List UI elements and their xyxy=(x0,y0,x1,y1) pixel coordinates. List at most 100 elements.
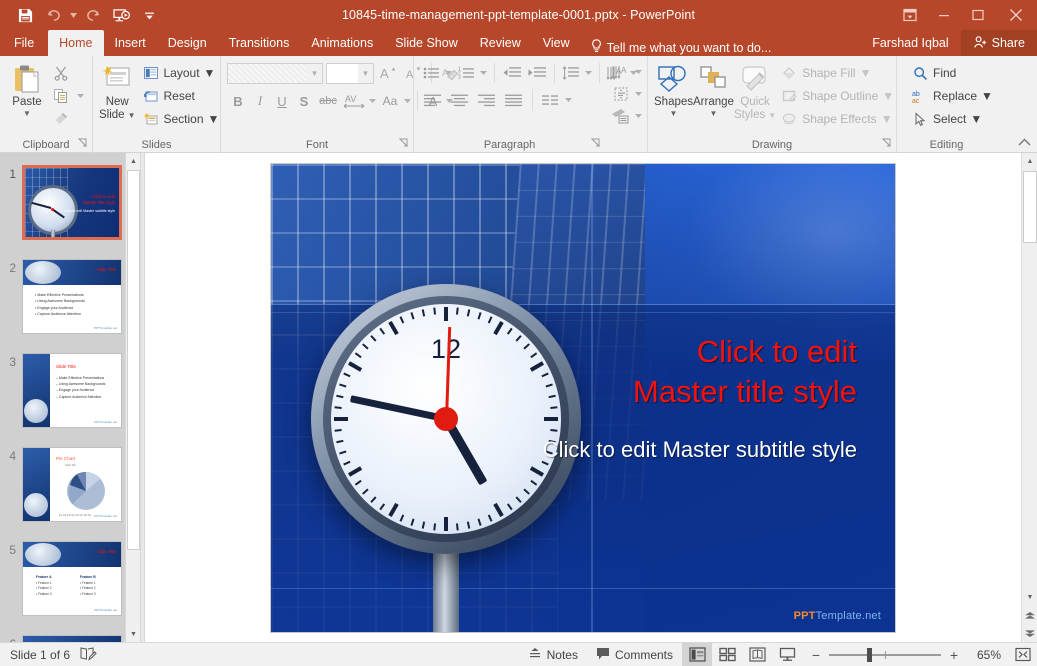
center-button[interactable] xyxy=(447,89,473,111)
italic-button[interactable]: I xyxy=(249,90,271,112)
line-spacing-button[interactable] xyxy=(560,62,582,84)
drawing-dialog-launcher-icon[interactable] xyxy=(882,136,891,152)
line-spacing-dropdown-icon[interactable] xyxy=(583,62,594,84)
columns-button[interactable] xyxy=(538,89,562,111)
tab-animations[interactable]: Animations xyxy=(300,30,384,56)
tell-me-search[interactable]: Tell me what you want to do... xyxy=(581,39,782,56)
thumbnail-slide-2[interactable]: 2 Slide Title • Make Effective Presentat… xyxy=(0,259,140,334)
section-dropdown-icon[interactable]: ▼ xyxy=(208,112,220,126)
tab-slide-show[interactable]: Slide Show xyxy=(384,30,469,56)
text-shadow-button[interactable]: S xyxy=(293,90,315,112)
replace-button[interactable]: abac Replace ▼ xyxy=(907,85,997,107)
zoom-in-button[interactable]: + xyxy=(948,647,960,663)
tab-view[interactable]: View xyxy=(532,30,581,56)
increase-indent-button[interactable] xyxy=(525,62,549,84)
decrease-indent-button[interactable] xyxy=(500,62,524,84)
redo-icon[interactable] xyxy=(80,3,106,27)
numbering-button[interactable]: 123 xyxy=(455,62,477,84)
convert-to-smartart-button[interactable] xyxy=(609,105,633,127)
zoom-control[interactable]: − + 65% xyxy=(802,647,1009,663)
find-button[interactable]: Find xyxy=(907,62,997,84)
canvas-scrollbar-thumb[interactable] xyxy=(1023,171,1037,243)
font-name-dropdown-icon[interactable]: ▼ xyxy=(307,64,322,83)
paste-button[interactable]: Paste ▼ xyxy=(6,60,48,118)
paste-dropdown-icon[interactable]: ▼ xyxy=(23,110,31,118)
new-slide-dropdown-icon[interactable]: ▼ xyxy=(128,112,136,120)
character-spacing-button[interactable]: AV xyxy=(341,90,367,112)
clipboard-dialog-launcher-icon[interactable] xyxy=(78,136,87,152)
font-size-box[interactable]: ▼ xyxy=(326,63,374,84)
font-size-dropdown-icon[interactable]: ▼ xyxy=(358,64,373,83)
fit-to-window-button[interactable] xyxy=(1009,643,1037,666)
smartart-dropdown-icon[interactable] xyxy=(633,105,643,127)
format-painter-button[interactable] xyxy=(48,108,86,130)
next-slide-icon[interactable] xyxy=(1022,625,1037,642)
quick-styles-button[interactable]: Quick Styles ▼ xyxy=(734,60,776,122)
minimize-icon[interactable] xyxy=(927,0,961,30)
thumbnail-slide-5[interactable]: 5 Slide Title Feature A • Feature 1• Fea… xyxy=(0,541,140,616)
zoom-slider[interactable] xyxy=(829,654,941,656)
numbering-dropdown-icon[interactable] xyxy=(478,62,489,84)
collapse-ribbon-icon[interactable] xyxy=(1018,138,1031,150)
slide-counter[interactable]: Slide 1 of 6 xyxy=(10,648,70,662)
align-text-button[interactable]: A xyxy=(609,61,633,83)
thumbnail-slide-6[interactable]: 6 xyxy=(0,635,140,642)
copy-dropdown-icon[interactable] xyxy=(74,85,86,107)
font-dialog-launcher-icon[interactable] xyxy=(399,136,408,152)
customize-qat-icon[interactable] xyxy=(136,3,162,27)
align-text-dropdown-icon[interactable] xyxy=(633,61,643,83)
cut-button[interactable] xyxy=(48,62,86,84)
section-button[interactable]: Section ▼ xyxy=(138,108,224,130)
ribbon-display-options-icon[interactable] xyxy=(893,0,927,30)
thumbnail-slide-1[interactable]: 1 Click to editMaster title style Click … xyxy=(0,165,140,240)
slide-subtitle-placeholder[interactable]: Click to edit Master subtitle style xyxy=(437,436,857,464)
undo-dropdown-icon[interactable] xyxy=(68,3,78,27)
zoom-slider-handle[interactable] xyxy=(867,648,872,662)
slide-sorter-view-button[interactable] xyxy=(712,643,742,666)
thumbnail-scroll-down-icon[interactable]: ▼ xyxy=(126,626,140,642)
arrange-button[interactable]: Arrange ▼ xyxy=(693,60,734,118)
notes-button[interactable]: Notes xyxy=(519,643,587,666)
font-name-box[interactable]: ▼ xyxy=(227,63,323,84)
thumbnail-scroll-up-icon[interactable]: ▲ xyxy=(126,153,140,169)
tab-transitions[interactable]: Transitions xyxy=(218,30,301,56)
slide-thumbnail-pane[interactable]: 1 Click to editMaster title style Click … xyxy=(0,153,140,642)
replace-dropdown-icon[interactable]: ▼ xyxy=(981,89,993,103)
increase-font-size-button[interactable]: A xyxy=(377,62,399,84)
change-case-button[interactable]: Aa xyxy=(378,90,402,112)
canvas-vertical-scrollbar[interactable]: ▲ ▼ xyxy=(1021,153,1037,642)
layout-button[interactable]: Layout ▼ xyxy=(138,62,224,84)
change-case-dropdown-icon[interactable] xyxy=(402,90,413,112)
align-right-button[interactable] xyxy=(474,89,500,111)
character-spacing-dropdown-icon[interactable] xyxy=(367,90,378,112)
paragraph-dialog-launcher-icon[interactable] xyxy=(591,136,600,152)
underline-button[interactable]: U xyxy=(271,90,293,112)
shape-effects-dropdown-icon[interactable]: ▼ xyxy=(881,112,893,126)
undo-icon[interactable] xyxy=(40,3,66,27)
shape-outline-dropdown-icon[interactable]: ▼ xyxy=(882,89,894,103)
accessibility-icon[interactable] xyxy=(80,646,97,664)
scroll-down-icon[interactable]: ▼ xyxy=(1022,589,1037,606)
thumbnail-scrollbar[interactable]: ▲ ▼ xyxy=(125,153,140,642)
tab-review[interactable]: Review xyxy=(469,30,532,56)
shape-fill-button[interactable]: Shape Fill ▼ xyxy=(776,62,898,84)
thumbnail-slide-4[interactable]: 4 Pie Chart Chart Title 1s xyxy=(0,447,140,522)
layout-dropdown-icon[interactable]: ▼ xyxy=(204,66,216,80)
shape-fill-dropdown-icon[interactable]: ▼ xyxy=(860,66,872,80)
scroll-up-icon[interactable]: ▲ xyxy=(1022,153,1037,170)
normal-view-button[interactable] xyxy=(682,643,712,666)
select-button[interactable]: Select ▼ xyxy=(907,108,997,130)
zoom-out-button[interactable]: − xyxy=(810,647,822,663)
arrange-dropdown-icon[interactable]: ▼ xyxy=(710,110,718,118)
slide-canvas-pane[interactable]: 12 xyxy=(145,153,1021,642)
slide-show-view-button[interactable] xyxy=(772,643,802,666)
copy-button[interactable] xyxy=(48,85,74,107)
justify-button[interactable] xyxy=(501,89,527,111)
shape-effects-button[interactable]: Shape Effects ▼ xyxy=(776,108,898,130)
bullets-dropdown-icon[interactable] xyxy=(443,62,454,84)
tab-file[interactable]: File xyxy=(0,30,48,56)
bullets-button[interactable] xyxy=(420,62,442,84)
shape-outline-button[interactable]: Shape Outline ▼ xyxy=(776,85,898,107)
previous-slide-icon[interactable] xyxy=(1022,607,1037,624)
zoom-percentage[interactable]: 65% xyxy=(967,648,1001,662)
